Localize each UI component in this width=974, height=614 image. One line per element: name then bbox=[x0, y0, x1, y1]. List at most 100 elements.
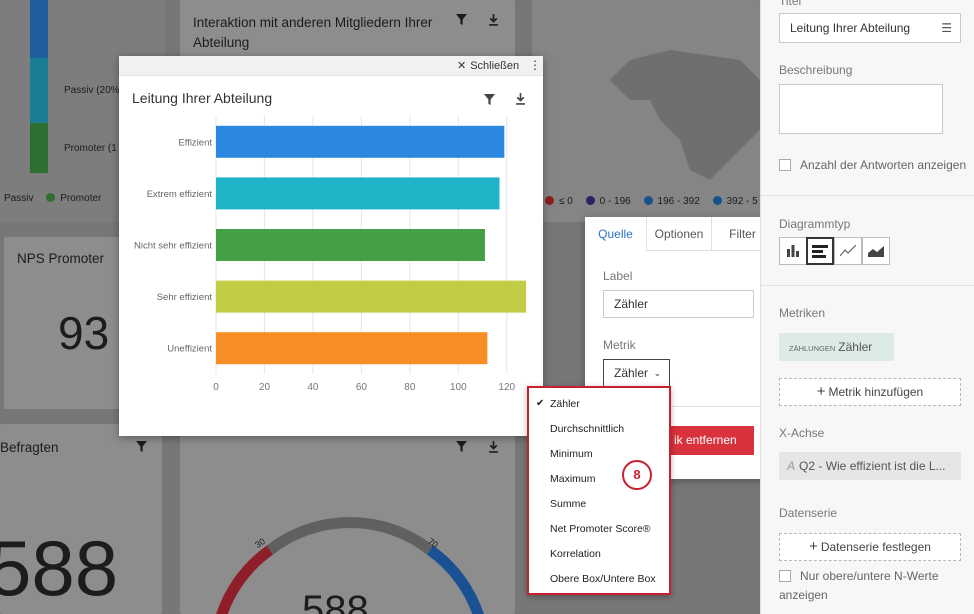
map-legend-dot-2 bbox=[585, 196, 595, 205]
line-chart-icon bbox=[840, 245, 856, 257]
chart-filter-icon[interactable] bbox=[484, 92, 495, 110]
check-icon: ✔ bbox=[536, 398, 545, 409]
chart-type-column[interactable] bbox=[779, 237, 807, 265]
dropdown-option-sum[interactable]: Summe bbox=[550, 498, 586, 510]
bar-3 bbox=[216, 280, 527, 313]
remove-metric-label: ik entfernen bbox=[674, 433, 737, 447]
category-label-3: Sehr effizient bbox=[157, 292, 213, 303]
add-metric-label: Metrik hinzufügen bbox=[828, 385, 924, 399]
map-legend-3: 196 - 392 bbox=[657, 196, 700, 207]
sidebar-divider bbox=[761, 195, 974, 196]
more-options-icon[interactable]: ⋮ bbox=[529, 58, 541, 72]
remove-metric-button[interactable]: ik entfernen bbox=[670, 426, 754, 455]
modal-toolbar: ✕ Schließen ⋮ bbox=[119, 56, 543, 76]
bar-0 bbox=[216, 125, 505, 158]
respondents-value: 588 bbox=[0, 524, 119, 612]
dropdown-option-top-bottom-box[interactable]: Obere Box/Untere Box bbox=[550, 573, 656, 585]
bar-1 bbox=[216, 177, 500, 210]
nps-promoter-value: 93 bbox=[58, 307, 110, 359]
legend-passive-label: Passiv bbox=[4, 193, 34, 204]
dropdown-option-count[interactable]: Zähler bbox=[550, 398, 580, 410]
map-legend-2: 0 - 196 bbox=[599, 196, 631, 207]
bar-chart: 0 20 40 60 80 100 120 Effizient Extrem effizient… bbox=[134, 116, 527, 393]
x-tick-label-6: 120 bbox=[498, 382, 515, 393]
bar-4 bbox=[216, 332, 488, 365]
step-badge: 8 bbox=[622, 460, 652, 490]
x-axis-label: X-Achse bbox=[779, 426, 825, 440]
series-label: Datenserie bbox=[779, 506, 838, 520]
category-label-0: Effizient bbox=[178, 137, 212, 148]
chart-type-bar[interactable] bbox=[806, 237, 834, 265]
set-series-button[interactable]: + Datenserie festlegen bbox=[779, 533, 961, 561]
gauge-download-icon[interactable] bbox=[488, 441, 499, 456]
download-icon[interactable] bbox=[488, 14, 499, 29]
x-tick-label-0: 0 bbox=[213, 382, 219, 393]
metrics-label: Metriken bbox=[779, 306, 826, 320]
x-tick-label-4: 80 bbox=[404, 382, 416, 393]
nps-bar-passive bbox=[30, 58, 48, 123]
title-input-value: Leitung Ihrer Abteilung bbox=[790, 21, 911, 35]
metric-dropdown: ✔ Zähler Durchschnittlich Minimum Maximu… bbox=[527, 386, 671, 595]
map-shape bbox=[610, 50, 760, 180]
dropdown-option-minimum[interactable]: Minimum bbox=[550, 448, 593, 460]
x-tick-label-5: 100 bbox=[450, 382, 467, 393]
filter-icon[interactable] bbox=[456, 14, 467, 28]
nps-promoter-title: NPS Promoter bbox=[17, 251, 105, 266]
nps-legend: Passiv Promoter bbox=[4, 193, 101, 204]
tab-options[interactable]: Optionen bbox=[646, 217, 711, 251]
top-n-label-1: Nur obere/untere N-Werte bbox=[800, 569, 939, 583]
category-label-4: Uneffizient bbox=[167, 344, 212, 355]
tab-source[interactable]: Quelle bbox=[585, 217, 646, 251]
label-title: Label bbox=[603, 269, 633, 283]
x-axis-chip[interactable]: A Q2 - Wie effizient ist die L... bbox=[779, 452, 961, 480]
chart-type-line[interactable] bbox=[834, 237, 862, 265]
area-chart-icon bbox=[868, 246, 884, 257]
x-axis-value: Q2 - Wie effizient ist die L... bbox=[799, 459, 946, 473]
dropdown-option-nps[interactable]: Net Promoter Score® bbox=[550, 523, 651, 535]
map-legend-4: 392 - 5 bbox=[726, 196, 758, 207]
map-legend: ≤ 0 0 - 196 196 - 392 392 - 5 bbox=[545, 196, 758, 207]
x-tick-label-1: 20 bbox=[259, 382, 271, 393]
respondents-filter-icon[interactable] bbox=[136, 441, 147, 455]
map-legend-1: ≤ 0 bbox=[559, 196, 573, 207]
map-legend-dot-1 bbox=[545, 196, 554, 205]
x-tick-label-2: 40 bbox=[307, 382, 319, 393]
top-n-label-2: anzeigen bbox=[779, 588, 828, 602]
add-metric-button[interactable]: + Metrik hinzufügen bbox=[779, 378, 961, 406]
nps-label-promoter: Promoter (1 bbox=[64, 143, 117, 154]
close-icon: ✕ bbox=[457, 60, 467, 72]
description-label: Beschreibung bbox=[779, 63, 853, 77]
chart-download-icon[interactable] bbox=[515, 92, 526, 110]
x-tick-label-3: 60 bbox=[356, 382, 368, 393]
bar-chart-icon bbox=[812, 244, 828, 258]
settings-sidebar: Titel Leitung Ihrer Abteilung ☰ Beschrei… bbox=[760, 0, 974, 614]
chart-modal: ✕ Schließen ⋮ Leitung Ihrer Abteilung 0 20… bbox=[119, 56, 543, 436]
chart-type-area[interactable] bbox=[862, 237, 890, 265]
show-count-checkbox[interactable] bbox=[779, 159, 791, 171]
text-format-icon[interactable]: ☰ bbox=[941, 14, 952, 42]
category-label-2: Nicht sehr effizient bbox=[134, 241, 212, 252]
close-label: Schließen bbox=[470, 60, 520, 72]
close-button[interactable]: ✕ Schließen bbox=[457, 59, 519, 72]
metric-chip[interactable]: ZÄHLUNGEN Zähler bbox=[779, 333, 894, 361]
dropdown-option-maximum[interactable]: Maximum bbox=[550, 473, 596, 485]
nps-bar-top bbox=[30, 0, 48, 58]
metric-select[interactable]: Zähler ⌄ bbox=[603, 359, 670, 387]
map-legend-dot-3 bbox=[643, 196, 653, 205]
label-input[interactable]: Zähler bbox=[603, 290, 754, 318]
chart-type-label: Diagrammtyp bbox=[779, 217, 851, 231]
description-textarea[interactable] bbox=[779, 84, 943, 134]
set-series-label: Datenserie festlegen bbox=[820, 540, 931, 554]
dropdown-option-average[interactable]: Durchschnittlich bbox=[550, 423, 624, 435]
show-count-label: Anzahl der Antworten anzeigen bbox=[800, 158, 967, 172]
dropdown-option-correlation[interactable]: Korrelation bbox=[550, 548, 601, 560]
plus-icon: + bbox=[816, 383, 826, 400]
nps-label-passive: Passiv (20%) bbox=[64, 85, 123, 96]
title-input[interactable]: Leitung Ihrer Abteilung ☰ bbox=[779, 13, 961, 43]
gauge-filter-icon[interactable] bbox=[456, 441, 467, 455]
chevron-down-icon: ⌄ bbox=[653, 368, 661, 378]
legend-promoter-dot bbox=[46, 193, 56, 202]
gauge-value: 588 bbox=[302, 588, 369, 614]
column-chart-icon bbox=[787, 245, 799, 257]
top-n-checkbox[interactable] bbox=[779, 570, 791, 582]
